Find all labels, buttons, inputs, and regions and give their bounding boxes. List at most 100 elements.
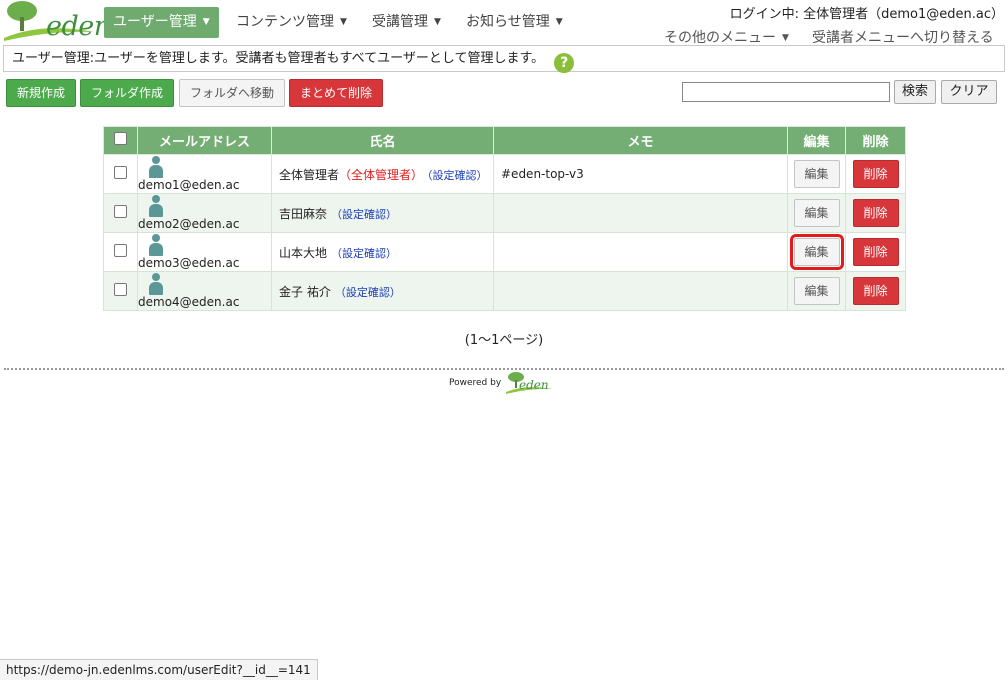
email-cell: demo1@eden.ac [137,154,272,194]
bulk-delete-button[interactable]: まとめて削除 [289,79,383,107]
edit-cell: 編集 [787,232,846,272]
user-name: 吉田麻奈 [279,206,328,221]
nav-label: コンテンツ管理 [236,14,334,30]
email-cell: demo3@eden.ac [137,232,272,272]
nav-course-management[interactable]: 受講管理 ▼ [363,7,450,38]
header: eden ユーザー管理 ▼ コンテンツ管理 ▼ 受講管理 ▼ お知らせ管理 ▼ ログイン… [0,0,1008,47]
role-tag: （全体管理者） [339,167,424,182]
help-icon[interactable]: ? [554,53,575,73]
name-cell: 金子 祐介 （設定確認） [271,271,494,311]
switch-to-learner-menu[interactable]: 受講者メニューへ切り替える [812,27,994,47]
nav-label: お知らせ管理 [466,14,550,30]
edit-cell: 編集 [787,271,846,311]
email-cell: demo4@eden.ac [137,271,272,311]
memo-cell [493,193,788,233]
caret-down-icon: ▼ [340,17,347,27]
select-all-checkbox[interactable] [114,132,127,145]
clear-button[interactable]: クリア [941,80,997,104]
description-bar: ユーザー管理:ユーザーを管理します。受講者も管理者もすべてユーザーとして管理しま… [3,45,1005,73]
row-select-cell [103,271,138,311]
other-menu-label: その他のメニュー [664,30,776,46]
name-cell: 全体管理者（全体管理者） （設定確認） [271,154,494,194]
delete-cell: 削除 [845,271,906,311]
email-text: demo2@eden.ac [138,217,240,231]
memo-cell: #eden-top-v3 [493,154,788,194]
caret-down-icon: ▼ [555,17,563,27]
delete-button[interactable]: 削除 [852,160,899,188]
eden-logo[interactable]: eden [2,0,111,42]
footer-divider [4,368,1004,370]
email-text: demo1@eden.ac [138,178,240,192]
edit-cell: 編集 [787,193,846,233]
logo-text: eden [46,11,111,42]
row-select-cell [103,193,138,233]
user-icon [149,273,163,295]
powered-by-label: Powered by [449,378,502,388]
row-checkbox[interactable] [114,166,127,179]
user-name: 金子 祐介 [279,284,331,299]
table-row: demo1@eden.ac 全体管理者（全体管理者） （設定確認） #eden-t… [103,154,906,194]
memo-cell [493,271,788,311]
edit-button[interactable]: 編集 [793,160,840,188]
select-all-header [103,126,138,155]
name-cell: 吉田麻奈 （設定確認） [271,193,494,233]
delete-cell: 削除 [845,232,906,272]
table-row: demo3@eden.ac 山本大地 （設定確認） 編集 削除 [103,232,906,272]
delete-button[interactable]: 削除 [852,238,899,266]
settings-confirm-link[interactable]: （設定確認） [335,286,401,299]
name-cell: 山本大地 （設定確認） [271,232,494,272]
powered-by: Powered by eden [449,371,559,395]
column-header-edit: 編集 [787,126,846,155]
settings-confirm-link[interactable]: （設定確認） [427,169,488,182]
folder-create-button[interactable]: フォルダ作成 [80,79,174,107]
nav-label: ユーザー管理 [113,14,197,30]
edit-button[interactable]: 編集 [793,277,840,305]
table-row: demo2@eden.ac 吉田麻奈 （設定確認） 編集 削除 [103,193,906,233]
nav-user-management[interactable]: ユーザー管理 ▼ [104,7,219,38]
settings-confirm-link[interactable]: （設定確認） [331,208,397,221]
description-text: ユーザー管理:ユーザーを管理します。受講者も管理者もすべてユーザーとして管理しま… [12,51,545,66]
pagination-text: (1～1ページ) [464,333,544,348]
column-header-name[interactable]: 氏名 [271,126,494,155]
email-cell: demo2@eden.ac [137,193,272,233]
edit-button-highlighted[interactable]: 編集 [789,234,844,270]
user-icon [149,156,163,178]
search-input[interactable] [682,82,890,102]
user-icon [149,234,163,256]
row-checkbox[interactable] [114,205,127,218]
caret-down-icon: ▼ [434,17,441,27]
nav-content-management[interactable]: コンテンツ管理 ▼ [227,7,356,38]
user-name: 全体管理者 [279,167,340,182]
email-text: demo4@eden.ac [138,295,240,309]
login-info: ログイン中: 全体管理者（demo1@eden.ac） [729,7,1004,22]
new-button[interactable]: 新規作成 [6,79,76,107]
memo-cell [493,232,788,272]
other-menu[interactable]: その他のメニュー ▼ [664,27,789,47]
move-to-folder-button[interactable]: フォルダへ移動 [179,79,285,107]
column-header-email[interactable]: メールアドレス [137,126,272,155]
column-header-delete: 削除 [845,126,906,155]
user-icon [149,195,163,217]
delete-button[interactable]: 削除 [852,199,899,227]
row-select-cell [103,154,138,194]
search-button[interactable]: 検索 [894,80,936,104]
column-header-memo: メモ [493,126,788,155]
footer-logo-text: eden [519,378,549,392]
user-name: 山本大地 [279,245,328,260]
edit-cell: 編集 [787,154,846,194]
delete-button[interactable]: 削除 [852,277,899,305]
eden-footer-logo[interactable]: eden [505,371,555,395]
settings-confirm-link[interactable]: （設定確認） [331,247,397,260]
caret-down-icon: ▼ [202,17,210,27]
caret-down-icon: ▼ [782,33,789,43]
nav-label: 受講管理 [372,14,428,30]
table-header-row: メールアドレス 氏名 メモ 編集 削除 [103,126,906,155]
edit-button[interactable]: 編集 [793,199,840,227]
delete-cell: 削除 [845,193,906,233]
row-checkbox[interactable] [114,283,127,296]
email-text: demo3@eden.ac [138,256,240,270]
browser-status-bar: https://demo-jn.edenlms.com/userEdit?__i… [0,659,318,680]
delete-cell: 削除 [845,154,906,194]
row-checkbox[interactable] [114,244,127,257]
nav-notice-management[interactable]: お知らせ管理 ▼ [457,7,572,38]
